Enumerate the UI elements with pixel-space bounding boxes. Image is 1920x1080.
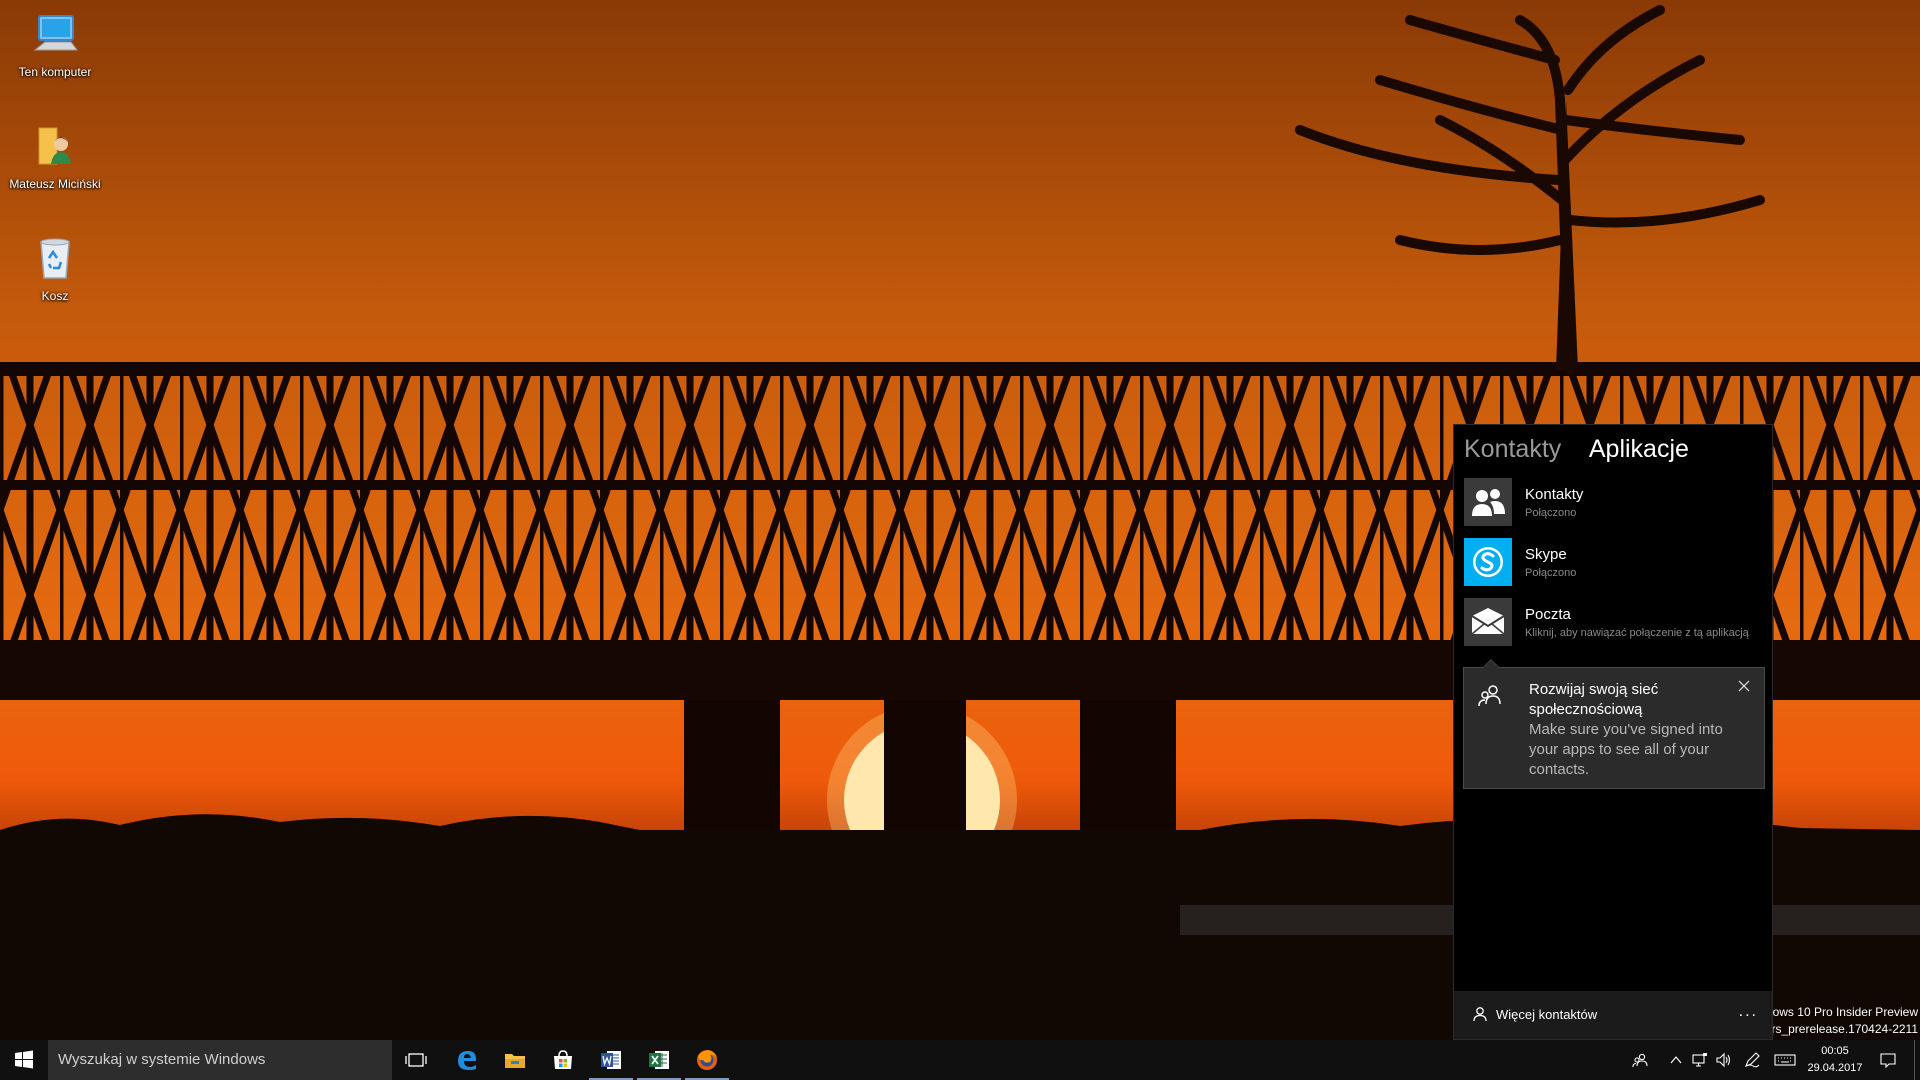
people-icon xyxy=(1632,1053,1648,1068)
notification-icon xyxy=(1880,1053,1896,1068)
taskbar-firefox-button[interactable] xyxy=(683,1040,731,1080)
windows-build-watermark: ows 10 Pro Insider Preview 3.rs_prerelea… xyxy=(1761,1004,1918,1038)
flyout-footer: Więcej kontaktów ... xyxy=(1454,991,1772,1039)
desktop-icon-label: Kosz xyxy=(41,289,69,303)
tip-title: Rozwijaj swoją sieć społecznościową xyxy=(1529,681,1659,718)
clock-time: 00:05 xyxy=(1821,1045,1849,1057)
edge-icon xyxy=(458,1051,476,1070)
tip-caret xyxy=(1482,659,1500,668)
search-input[interactable]: Wyszukaj w systemie Windows xyxy=(48,1040,392,1080)
pen-icon xyxy=(1745,1052,1760,1068)
watermark-build: 3.rs_prerelease.170424-2211 xyxy=(1761,1022,1918,1036)
taskbar: Wyszukaj w systemie Windows 00:05 29.04.… xyxy=(0,1040,1920,1080)
desktop-icon-label: Mateusz Miciński xyxy=(9,177,101,191)
flyout-tabs: Kontakty Aplikacje xyxy=(1464,435,1711,464)
taskbar-file-explorer-button[interactable] xyxy=(491,1040,539,1080)
more-contacts-label: Więcej kontaktów xyxy=(1496,1006,1598,1022)
word-icon xyxy=(601,1051,621,1069)
tray-people-button[interactable] xyxy=(1628,1040,1652,1080)
people-icon xyxy=(1464,478,1512,526)
desktop-icon-label: Ten komputer xyxy=(18,65,92,79)
clock-date: 29.04.2017 xyxy=(1807,1062,1863,1074)
app-status: Połączono xyxy=(1525,507,1577,519)
app-name: Poczta xyxy=(1525,606,1571,623)
tab-apps[interactable]: Aplikacje xyxy=(1589,435,1689,463)
action-center-button[interactable] xyxy=(1876,1040,1900,1080)
store-icon xyxy=(554,1050,572,1069)
app-name: Skype xyxy=(1525,546,1567,563)
more-contacts-button[interactable]: Więcej kontaktów xyxy=(1472,1006,1597,1022)
firefox-icon xyxy=(697,1050,717,1070)
desktop-icon-user-folder[interactable]: Mateusz Miciński xyxy=(5,122,105,191)
start-button[interactable] xyxy=(0,1040,48,1080)
network-icon xyxy=(1692,1053,1707,1067)
watermark-edition: ows 10 Pro Insider Preview xyxy=(1772,1005,1918,1019)
people-flyout: Kontakty Aplikacje Kontakty Połączono Sk… xyxy=(1453,424,1773,1040)
windows-ink-button[interactable] xyxy=(1740,1040,1764,1080)
taskbar-word-button[interactable] xyxy=(587,1040,635,1080)
app-row-mail[interactable]: Poczta Kliknij, aby nawiązać połączenie … xyxy=(1464,598,1769,648)
people-network-icon xyxy=(1478,685,1501,707)
volume-button[interactable] xyxy=(1712,1040,1736,1080)
close-icon[interactable] xyxy=(1736,678,1752,694)
task-view-icon xyxy=(405,1053,427,1067)
tab-contacts[interactable]: Kontakty xyxy=(1464,435,1561,463)
network-button[interactable] xyxy=(1688,1040,1712,1080)
system-clock[interactable]: 00:05 29.04.2017 xyxy=(1796,1043,1874,1077)
desktop-icon-this-pc[interactable]: Ten komputer xyxy=(5,10,105,79)
show-desktop-button[interactable] xyxy=(1914,1040,1920,1080)
touch-keyboard-button[interactable] xyxy=(1770,1040,1796,1080)
computer-icon xyxy=(33,15,78,51)
app-row-contacts[interactable]: Kontakty Połączono xyxy=(1464,478,1769,528)
tip-body: Make sure you've signed into your apps t… xyxy=(1529,721,1723,778)
file-explorer-icon xyxy=(505,1054,525,1068)
keyboard-icon xyxy=(1774,1054,1796,1066)
taskbar-store-button[interactable] xyxy=(539,1040,587,1080)
recycle-bin-icon xyxy=(40,238,70,279)
app-name: Kontakty xyxy=(1525,486,1584,503)
mail-icon xyxy=(1464,598,1512,646)
chevron-up-icon xyxy=(1670,1056,1682,1064)
app-row-skype[interactable]: Skype Połączono xyxy=(1464,538,1769,588)
show-hidden-icons-button[interactable] xyxy=(1664,1040,1688,1080)
app-status: Kliknij, aby nawiązać połączenie z tą ap… xyxy=(1525,627,1749,639)
taskbar-edge-button[interactable] xyxy=(443,1040,491,1080)
task-view-button[interactable] xyxy=(392,1040,440,1080)
person-icon xyxy=(1473,1007,1487,1022)
desktop-icon-recycle-bin[interactable]: Kosz xyxy=(5,234,105,303)
user-folder-icon xyxy=(38,127,71,165)
taskbar-excel-button[interactable] xyxy=(635,1040,683,1080)
tip-card: Rozwijaj swoją sieć społecznościową Make… xyxy=(1463,659,1765,789)
windows-logo-icon xyxy=(15,1050,33,1069)
more-options-button[interactable]: ... xyxy=(1739,1003,1758,1021)
skype-icon xyxy=(1464,538,1512,586)
volume-icon xyxy=(1716,1052,1731,1068)
excel-icon xyxy=(649,1051,669,1069)
app-status: Połączono xyxy=(1525,567,1577,579)
